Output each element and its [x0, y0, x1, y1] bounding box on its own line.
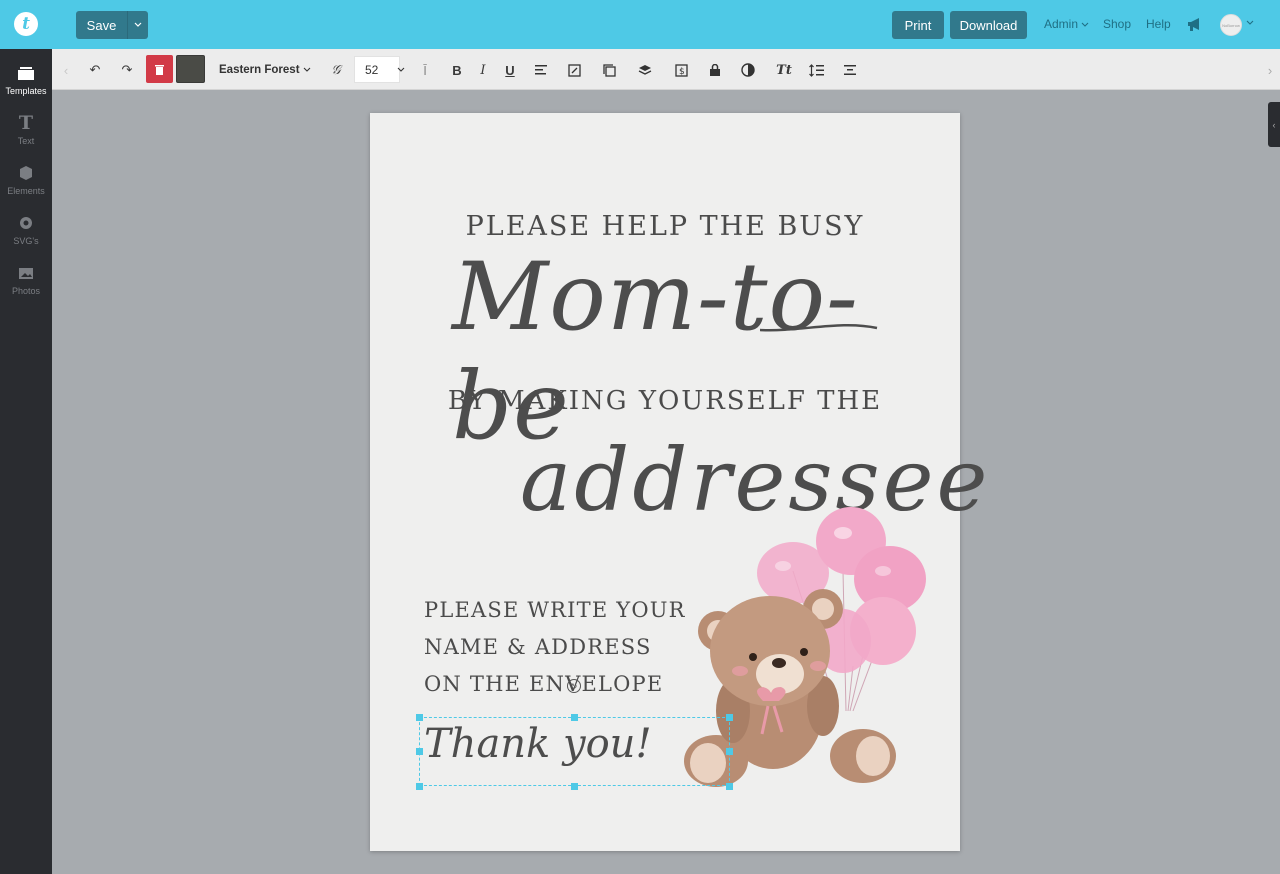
trash-icon [155, 64, 164, 75]
padlock-icon [710, 64, 720, 76]
resize-handle-top-right[interactable] [726, 714, 733, 721]
svg-icon [20, 217, 32, 229]
stack-icon [638, 65, 652, 75]
sidebar-item-label: Templates [5, 86, 47, 96]
format-toolbar: ‹ ↶ ↷ Eastern Forest 𝒢 52 Ī B I U $ Tt › [52, 49, 1280, 90]
heading-line-2[interactable]: BY MAKING YOURSELF THE [370, 386, 960, 416]
resize-handle-bottom-left[interactable] [416, 783, 423, 790]
logo-letter: t [22, 14, 30, 34]
print-button[interactable]: Print [892, 11, 944, 39]
download-button[interactable]: Download [950, 11, 1027, 39]
align-left-icon[interactable] [532, 59, 550, 81]
script-mom-to-be[interactable]: Mom-to-be [452, 243, 960, 461]
sidebar-item-label: SVG's [13, 236, 39, 246]
elements-icon [20, 166, 32, 180]
app-logo[interactable]: t [14, 12, 38, 36]
save-options-button[interactable] [127, 11, 148, 39]
opacity-icon[interactable] [739, 59, 757, 81]
resize-box-icon [567, 63, 581, 77]
resize-handle-right[interactable] [726, 748, 733, 755]
layers-icon[interactable] [636, 59, 654, 81]
resize-handle-left[interactable] [416, 748, 423, 755]
sidebar-item-elements[interactable]: Elements [0, 163, 52, 207]
redo-icon[interactable]: ↷ [116, 59, 138, 81]
font-family-value: Eastern Forest [219, 63, 300, 76]
collapse-panel-toggle[interactable]: ‹ [1268, 102, 1280, 147]
font-size-input[interactable]: 52 [354, 56, 400, 83]
rotate-handle-icon[interactable]: ↻ [567, 679, 581, 693]
resize-handle-bottom[interactable] [571, 783, 578, 790]
text-frame-icon[interactable] [841, 59, 859, 81]
bold-icon[interactable]: B [448, 59, 466, 81]
delete-button[interactable] [146, 55, 173, 83]
duplicate-icon[interactable] [600, 59, 618, 81]
help-link[interactable]: Help [1146, 17, 1171, 31]
lock-icon[interactable] [706, 59, 724, 81]
contrast-icon [741, 63, 755, 77]
resize-handle-top[interactable] [571, 714, 578, 721]
scroll-left-icon[interactable]: ‹ [60, 59, 72, 81]
selection-box[interactable] [419, 717, 730, 786]
instruction-line-3[interactable]: ON THE ENVELOPE [424, 672, 663, 696]
resize-icon[interactable] [565, 59, 583, 81]
templates-icon [18, 67, 34, 80]
dollar-icon[interactable]: $ [672, 59, 690, 81]
chevron-down-icon [134, 22, 142, 27]
sidebar: Templates T Text Elements SVG's Photos [0, 49, 52, 874]
instruction-line-1[interactable]: PLEASE WRITE YOUR [424, 598, 686, 622]
sidebar-item-svgs[interactable]: SVG's [0, 213, 52, 257]
font-size-dropdown[interactable] [396, 59, 406, 81]
megaphone-icon[interactable] [1186, 15, 1204, 33]
text-icon: T [18, 112, 34, 134]
avatar-text: NoBorrow [1222, 22, 1240, 28]
resize-handle-bottom-right[interactable] [726, 783, 733, 790]
scroll-right-icon[interactable]: › [1264, 59, 1276, 81]
chevron-down-icon [303, 67, 311, 72]
shop-link[interactable]: Shop [1103, 17, 1131, 31]
save-button-group: Save [76, 11, 148, 39]
svg-text:$: $ [679, 67, 685, 77]
script-swash [760, 323, 878, 332]
sidebar-item-label: Photos [11, 286, 41, 296]
admin-menu[interactable]: Admin [1044, 17, 1089, 31]
copy-icon [602, 63, 616, 77]
save-button[interactable]: Save [76, 11, 127, 39]
line-spacing-icon [808, 63, 824, 77]
font-style-icon[interactable]: 𝒢 [326, 59, 346, 81]
sidebar-item-label: Text [17, 136, 35, 146]
sidebar-item-templates[interactable]: Templates [0, 63, 52, 107]
heading-line-1[interactable]: PLEASE HELP THE BUSY [370, 211, 960, 242]
top-bar: t Save Print Download Admin Shop Help No… [0, 0, 1280, 49]
chevron-down-icon [397, 67, 405, 72]
underline-icon[interactable]: U [501, 59, 519, 81]
line-height-icon[interactable] [807, 59, 825, 81]
photos-icon [19, 268, 33, 279]
font-family-select[interactable]: Eastern Forest [212, 58, 314, 81]
price-icon: $ [674, 63, 688, 77]
admin-label: Admin [1044, 17, 1079, 31]
frame-icon [844, 65, 856, 75]
text-transform-icon[interactable]: Tt [774, 59, 794, 81]
chevron-down-icon [1081, 22, 1089, 27]
letter-spacing-icon[interactable]: Ī [416, 59, 434, 81]
text-color-swatch[interactable] [176, 55, 205, 83]
instruction-line-2[interactable]: NAME & ADDRESS [424, 635, 652, 659]
undo-icon[interactable]: ↶ [84, 59, 106, 81]
resize-handle-top-left[interactable] [416, 714, 423, 721]
sidebar-item-label: Elements [7, 186, 45, 196]
chevron-down-icon[interactable] [1246, 20, 1254, 26]
avatar[interactable]: NoBorrow [1220, 14, 1242, 36]
italic-icon[interactable]: I [474, 59, 492, 81]
sidebar-item-photos[interactable]: Photos [0, 263, 52, 307]
align-lines-icon [535, 65, 547, 75]
sidebar-item-text[interactable]: T Text [0, 112, 52, 157]
